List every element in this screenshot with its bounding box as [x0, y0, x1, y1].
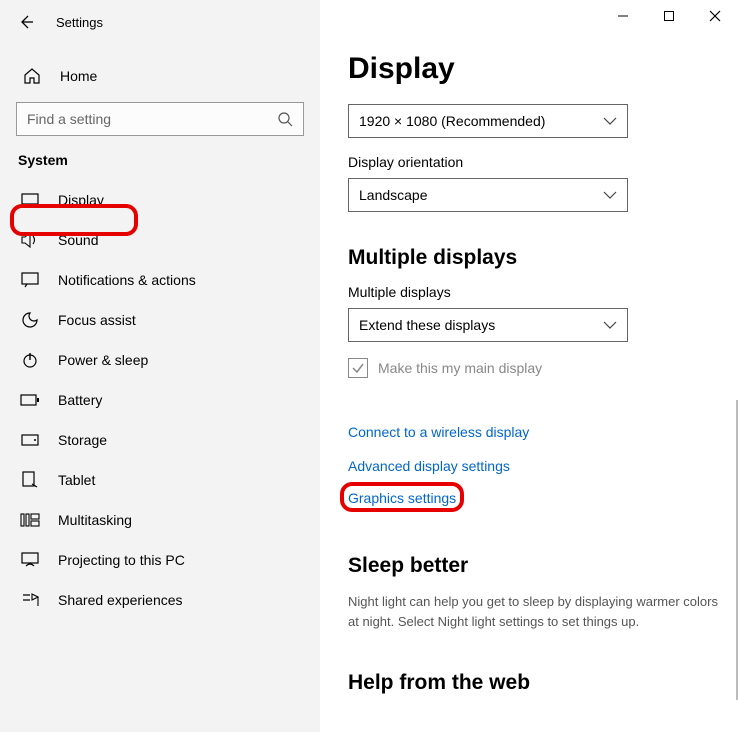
- display-icon: [20, 190, 40, 210]
- notifications-icon: [20, 270, 40, 290]
- chevron-down-icon: [603, 191, 617, 199]
- chevron-down-icon: [603, 117, 617, 125]
- sidebar-item-focus-assist[interactable]: Focus assist: [16, 306, 304, 334]
- sidebar-home[interactable]: Home: [16, 56, 304, 96]
- titlebar: Settings: [0, 0, 320, 40]
- battery-icon: [20, 390, 40, 410]
- link-advanced-display[interactable]: Advanced display settings: [348, 458, 510, 474]
- storage-icon: [20, 430, 40, 450]
- sleep-description: Night light can help you get to sleep by…: [348, 592, 718, 631]
- main-panel: Display 1920 × 1080 (Recommended) Displa…: [320, 0, 738, 732]
- make-main-label: Make this my main display: [378, 360, 542, 376]
- sidebar-item-power-sleep[interactable]: Power & sleep: [16, 346, 304, 374]
- back-button[interactable]: [16, 12, 36, 32]
- sidebar-item-sound[interactable]: Sound: [16, 226, 304, 254]
- sidebar-item-multitasking[interactable]: Multitasking: [16, 506, 304, 534]
- sidebar-item-label: Projecting to this PC: [58, 552, 185, 568]
- search-icon: [277, 111, 293, 127]
- sidebar-item-tablet[interactable]: Tablet: [16, 466, 304, 494]
- sidebar-item-label: Multitasking: [58, 512, 132, 528]
- sidebar-item-label: Notifications & actions: [58, 272, 196, 288]
- sidebar-item-label: Sound: [58, 232, 98, 248]
- multi-displays-heading: Multiple displays: [348, 246, 718, 270]
- resolution-select[interactable]: 1920 × 1080 (Recommended): [348, 104, 628, 138]
- sidebar-item-label: Storage: [58, 432, 107, 448]
- sidebar-home-label: Home: [60, 68, 97, 84]
- multi-displays-value: Extend these displays: [359, 317, 495, 333]
- multitasking-icon: [20, 510, 40, 530]
- maximize-button[interactable]: [646, 0, 692, 32]
- search-box[interactable]: [16, 102, 304, 136]
- sidebar-item-label: Power & sleep: [58, 352, 148, 368]
- sidebar-item-label: Display: [58, 192, 104, 208]
- search-input[interactable]: [27, 111, 277, 127]
- sidebar-item-label: Focus assist: [58, 312, 136, 328]
- chevron-down-icon: [603, 321, 617, 329]
- sidebar-item-shared[interactable]: Shared experiences: [16, 586, 304, 614]
- resolution-value: 1920 × 1080 (Recommended): [359, 113, 545, 129]
- sidebar-item-storage[interactable]: Storage: [16, 426, 304, 454]
- tablet-icon: [20, 470, 40, 490]
- power-icon: [20, 350, 40, 370]
- checkbox-icon: [348, 358, 368, 378]
- minimize-button[interactable]: [600, 0, 646, 32]
- sidebar-item-label: Shared experiences: [58, 592, 183, 608]
- sound-icon: [20, 230, 40, 250]
- sidebar-item-label: Battery: [58, 392, 102, 408]
- shared-icon: [20, 590, 40, 610]
- sidebar-item-projecting[interactable]: Projecting to this PC: [16, 546, 304, 574]
- sidebar-item-label: Tablet: [58, 472, 95, 488]
- home-icon: [22, 66, 42, 86]
- projecting-icon: [20, 550, 40, 570]
- link-connect-wireless[interactable]: Connect to a wireless display: [348, 424, 529, 440]
- link-graphics-settings[interactable]: Graphics settings: [348, 490, 456, 506]
- sidebar: Settings Home System Display: [0, 0, 320, 732]
- sleep-heading: Sleep better: [348, 554, 718, 578]
- window-controls: [600, 0, 738, 32]
- multi-displays-select[interactable]: Extend these displays: [348, 308, 628, 342]
- sidebar-item-display[interactable]: Display: [16, 186, 304, 214]
- help-heading: Help from the web: [348, 671, 718, 695]
- sidebar-section-label: System: [18, 152, 304, 168]
- focus-assist-icon: [20, 310, 40, 330]
- sidebar-item-notifications[interactable]: Notifications & actions: [16, 266, 304, 294]
- orientation-select[interactable]: Landscape: [348, 178, 628, 212]
- close-button[interactable]: [692, 0, 738, 32]
- sidebar-item-battery[interactable]: Battery: [16, 386, 304, 414]
- orientation-value: Landscape: [359, 187, 428, 203]
- page-title: Display: [348, 52, 718, 86]
- multi-displays-label: Multiple displays: [348, 284, 718, 300]
- make-main-checkbox: Make this my main display: [348, 358, 718, 378]
- sidebar-nav-list: Display Sound Notifications & actions Fo…: [16, 186, 304, 614]
- window-title: Settings: [56, 15, 103, 30]
- orientation-label: Display orientation: [348, 154, 718, 170]
